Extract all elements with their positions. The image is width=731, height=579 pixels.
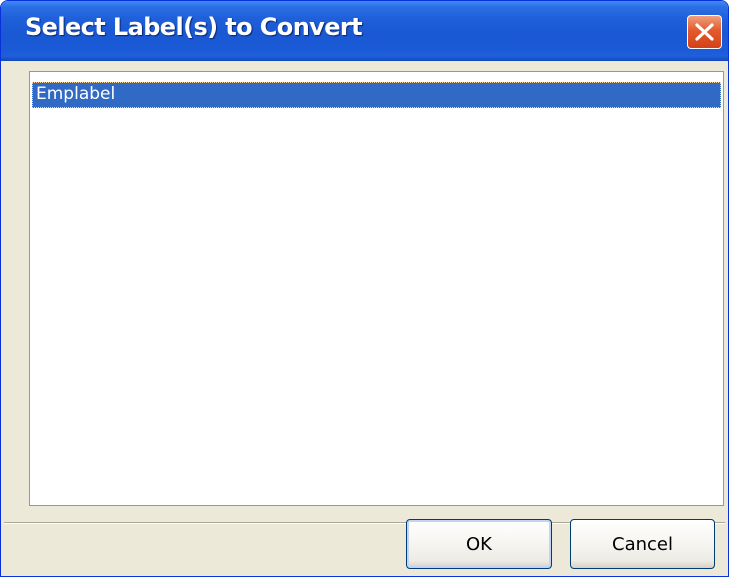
dialog-window: Select Label(s) to Convert Emplabel OK C… (0, 0, 729, 577)
cancel-button-label: Cancel (612, 533, 673, 555)
list-item-label: Emplabel (36, 84, 116, 104)
ok-button[interactable]: OK (406, 519, 552, 569)
dialog-title: Select Label(s) to Convert (25, 13, 363, 41)
close-button[interactable] (687, 15, 722, 49)
label-listbox[interactable]: Emplabel (29, 71, 724, 506)
title-bar[interactable]: Select Label(s) to Convert (1, 1, 728, 61)
cancel-button[interactable]: Cancel (570, 519, 715, 569)
dialog-body: Emplabel OK Cancel (4, 61, 725, 573)
list-item[interactable]: Emplabel (32, 82, 721, 108)
close-icon (695, 23, 714, 41)
ok-button-label: OK (466, 533, 492, 555)
